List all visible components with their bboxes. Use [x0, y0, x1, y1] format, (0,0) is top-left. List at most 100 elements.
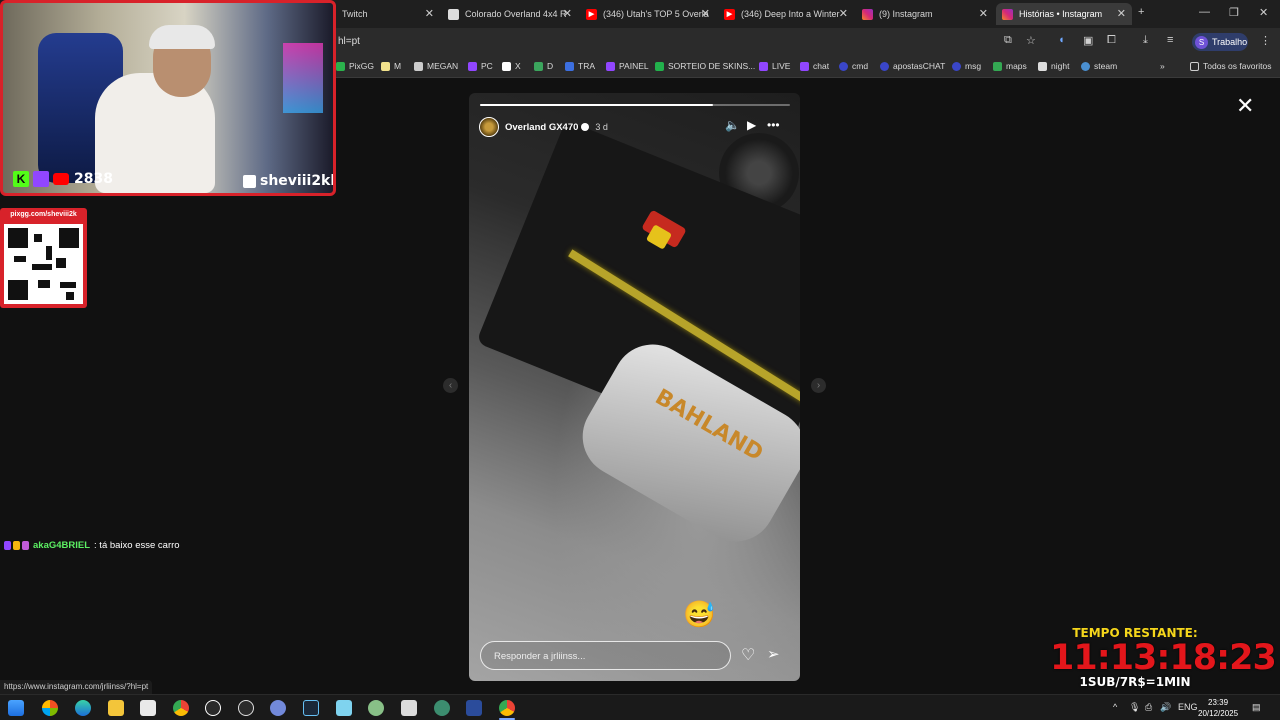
- streamlabs-icon[interactable]: [466, 700, 482, 716]
- bookmark-sorteio[interactable]: SORTEIO DE SKINS...: [655, 61, 755, 71]
- steam-icon[interactable]: [303, 700, 319, 716]
- tab-twitch[interactable]: Twitch ✕: [336, 3, 440, 25]
- calculator-icon[interactable]: [401, 700, 417, 716]
- streamer-cap: [149, 25, 215, 49]
- bookmark-live[interactable]: LIVE: [759, 61, 790, 71]
- microphone-icon[interactable]: 🎙: [1129, 702, 1140, 713]
- profile-button[interactable]: S Trabalho: [1192, 33, 1248, 51]
- bookmark-megan[interactable]: MEGAN: [414, 61, 458, 71]
- settings-icon[interactable]: [238, 700, 254, 716]
- tab-youtube-winter[interactable]: ▶ (346) Deep Into a Winter ✕: [718, 3, 854, 25]
- pix-donation-panel: pixgg.com/sheviii2k: [0, 208, 87, 308]
- edge-icon[interactable]: [75, 700, 91, 716]
- discord-icon[interactable]: [270, 700, 286, 716]
- bookmark-icon: [655, 61, 664, 71]
- clock-time: 23:39: [1208, 698, 1229, 707]
- app-icon[interactable]: [368, 700, 384, 716]
- store-icon[interactable]: [140, 700, 156, 716]
- bookmark-m[interactable]: M: [381, 61, 401, 71]
- split-screen-icon[interactable]: ▣: [1083, 34, 1093, 47]
- heart-icon[interactable]: ♡: [741, 645, 755, 665]
- read-aloud-icon[interactable]: ◖: [1058, 34, 1065, 46]
- close-tab-icon[interactable]: ✕: [563, 7, 572, 20]
- bookmark-painel[interactable]: PAINEL: [606, 61, 649, 71]
- bookmark-x[interactable]: X: [502, 61, 521, 71]
- notifications-icon[interactable]: ▤: [1252, 702, 1261, 713]
- tiktok-icon: [243, 174, 256, 188]
- story-progress-fill: [480, 104, 713, 106]
- bookmark-label: LIVE: [772, 61, 791, 71]
- tab-instagram-stories[interactable]: Histórias • Instagram ✕: [996, 3, 1132, 25]
- pix-url: pixgg.com/sheviii2k: [10, 211, 77, 218]
- close-tab-icon[interactable]: ✕: [1117, 7, 1126, 20]
- minimize-icon[interactable]: —: [1199, 6, 1210, 18]
- chat-message: akaG4BRIEL : tá baixo esse carro: [4, 540, 180, 551]
- language-indicator[interactable]: ENG: [1178, 702, 1198, 712]
- avatar: S: [1195, 35, 1208, 49]
- sweat-smile-emoji: 😅: [683, 599, 716, 629]
- new-tab-button[interactable]: +: [1138, 6, 1144, 18]
- bookmark-label: cmd: [852, 61, 869, 71]
- chevron-up-icon[interactable]: ^: [1113, 702, 1117, 712]
- close-tab-icon[interactable]: ✕: [425, 7, 434, 20]
- copilot-icon[interactable]: [42, 700, 58, 716]
- chat-username: akaG4BRIEL: [33, 540, 91, 551]
- tab-youtube-utah[interactable]: ▶ (346) Utah's TOP 5 Overla ✕: [580, 3, 716, 25]
- avatar[interactable]: [479, 117, 499, 137]
- install-app-icon[interactable]: ⧉: [1004, 34, 1012, 47]
- chatgpt-icon[interactable]: [434, 700, 450, 716]
- send-icon[interactable]: ➢: [767, 645, 780, 663]
- tab-label: Histórias • Instagram: [1019, 9, 1103, 19]
- bookmark-msg[interactable]: msg: [952, 61, 981, 71]
- all-favorites-button[interactable]: Todos os favoritos: [1190, 61, 1272, 71]
- chrome-icon[interactable]: [499, 700, 515, 716]
- url-field[interactable]: hl=pt: [338, 36, 360, 47]
- bookmark-d[interactable]: D: [534, 61, 553, 71]
- bookmark-pixgg[interactable]: PixGG: [336, 61, 374, 71]
- tab-colorado-overland[interactable]: Colorado Overland 4x4 R ✕: [442, 3, 578, 25]
- collections-icon[interactable]: ≡: [1167, 34, 1173, 46]
- chrome-icon[interactable]: [173, 700, 189, 716]
- bookmark-apostaschat[interactable]: apostasCHAT: [880, 61, 945, 71]
- bookmark-maps[interactable]: maps: [993, 61, 1027, 71]
- previous-story-button[interactable]: ‹: [443, 378, 458, 393]
- profile-name: Trabalho: [1212, 37, 1248, 47]
- network-icon[interactable]: ⎙: [1145, 702, 1152, 713]
- more-bookmarks-button[interactable]: »: [1160, 61, 1165, 71]
- tab-instagram[interactable]: (9) Instagram ✕: [856, 3, 994, 25]
- window-close-icon[interactable]: ✕: [1259, 6, 1268, 19]
- more-options-icon[interactable]: •••: [767, 118, 780, 132]
- story-username[interactable]: Overland GX470: [505, 122, 578, 133]
- next-story-button[interactable]: ›: [811, 378, 826, 393]
- g-hub-icon[interactable]: [205, 700, 221, 716]
- windows-start-icon[interactable]: [8, 700, 24, 716]
- close-tab-icon[interactable]: ✕: [839, 7, 848, 20]
- story-card[interactable]: BAHLAND Overland GX470 3 d 🔈 ▶ ••• 😅 Res…: [469, 93, 800, 681]
- star-icon[interactable]: ☆: [1026, 34, 1036, 47]
- tab-label: (9) Instagram: [879, 9, 933, 19]
- notepad-icon[interactable]: [336, 700, 352, 716]
- subathon-timer: TEMPO RESTANTE: 11:13:18:23 1SUB/7R$=1MI…: [1050, 626, 1277, 688]
- extensions-icon[interactable]: ⧠: [1107, 34, 1116, 47]
- bookmark-tra[interactable]: TRA: [565, 61, 595, 71]
- close-tab-icon[interactable]: ✕: [979, 7, 988, 20]
- story-timestamp: 3 d: [595, 122, 608, 132]
- bookmark-chat[interactable]: chat: [800, 61, 829, 71]
- bookmark-cmd[interactable]: cmd: [839, 61, 868, 71]
- restore-icon[interactable]: ❐: [1229, 6, 1239, 19]
- bookmark-steam[interactable]: steam: [1081, 61, 1117, 71]
- play-icon[interactable]: ▶: [747, 118, 756, 132]
- close-tab-icon[interactable]: ✕: [701, 7, 710, 20]
- download-icon[interactable]: ⤓: [1143, 34, 1148, 47]
- volume-icon[interactable]: 🔊: [1160, 702, 1171, 713]
- file-explorer-icon[interactable]: [108, 700, 124, 716]
- menu-icon[interactable]: ⋮: [1260, 34, 1271, 47]
- bookmark-pc[interactable]: PC: [468, 61, 493, 71]
- bookmark-label: night: [1051, 61, 1070, 71]
- reply-input[interactable]: Responder a jrliinss...: [480, 641, 731, 670]
- system-clock[interactable]: 23:39 20/12/2025: [1198, 697, 1238, 719]
- bookmark-night[interactable]: night: [1038, 61, 1069, 71]
- mute-icon[interactable]: 🔈: [725, 118, 740, 132]
- screen: Twitch ✕ Colorado Overland 4x4 R ✕ ▶ (34…: [0, 0, 1280, 720]
- close-story-icon[interactable]: ✕: [1236, 93, 1254, 119]
